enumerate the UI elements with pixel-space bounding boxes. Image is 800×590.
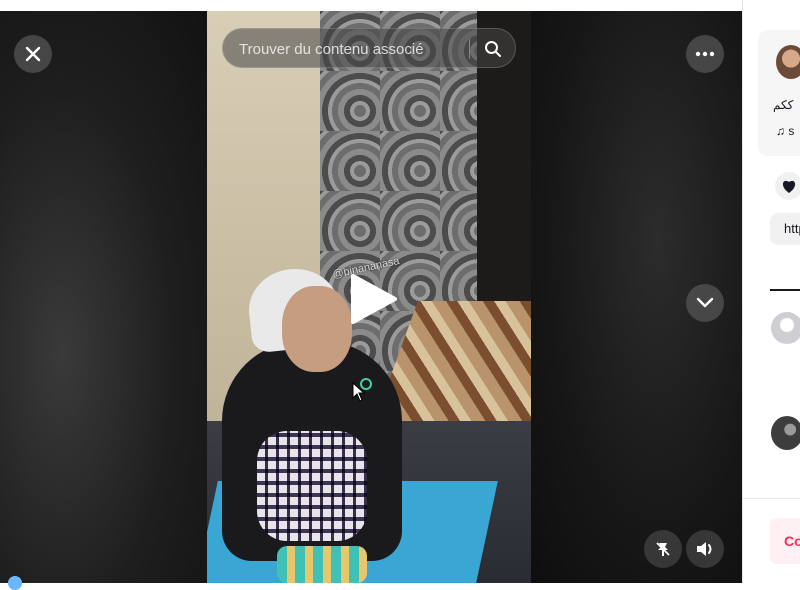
side-panel: ككم ♫ s http Co [742, 0, 800, 583]
comment-avatar[interactable] [771, 416, 800, 450]
search-divider [469, 39, 470, 59]
search-input[interactable] [237, 29, 469, 69]
video-person-head [282, 286, 352, 372]
blurred-background-left [0, 11, 207, 583]
volume-icon [697, 542, 712, 556]
divider [743, 498, 800, 499]
comment-avatar[interactable] [771, 312, 800, 344]
close-button[interactable] [14, 35, 52, 73]
music-title: s [788, 124, 795, 138]
top-strip [0, 0, 800, 11]
search-bar [222, 28, 516, 69]
play-button[interactable] [347, 272, 399, 326]
volume-button[interactable] [686, 530, 724, 568]
copy-link-field[interactable]: http [770, 213, 800, 245]
music-info[interactable]: ♫ s [776, 124, 794, 138]
next-video-button[interactable] [686, 284, 724, 322]
video-caption: ككم [773, 98, 794, 112]
search-icon [485, 41, 501, 57]
post-comment-button[interactable]: Co [770, 518, 800, 564]
music-note-icon: ♫ [776, 124, 785, 138]
more-options-button[interactable] [686, 35, 724, 73]
pin-icon [656, 542, 670, 556]
more-dots-icon [695, 51, 715, 57]
pin-button[interactable] [644, 530, 682, 568]
loading-spinner-icon [360, 378, 372, 390]
progress-indicator [8, 576, 22, 590]
like-button[interactable] [775, 172, 800, 200]
heart-icon [782, 180, 796, 193]
play-icon [351, 274, 397, 324]
video-person-socks [277, 546, 367, 583]
comments-tab-indicator [770, 289, 800, 291]
chevron-down-icon [696, 297, 714, 308]
video-person-pants [257, 431, 367, 541]
author-avatar[interactable] [776, 45, 800, 79]
close-icon [25, 46, 41, 62]
search-button[interactable] [477, 33, 509, 65]
